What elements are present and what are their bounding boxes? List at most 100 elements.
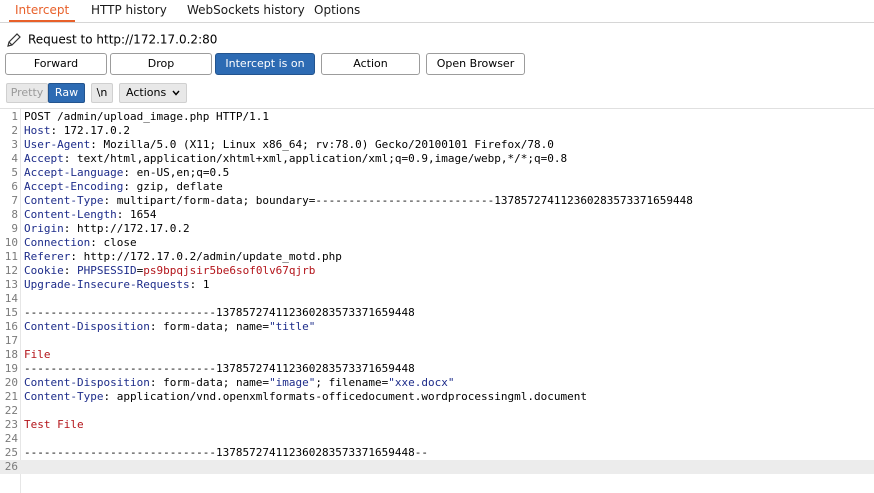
plain-text: -----------------------------13785727411…: [24, 306, 415, 319]
header-separator: :: [123, 166, 137, 179]
body-content: Test File: [24, 418, 84, 431]
line-content: Accept-Language: en-US,en;q=0.5: [24, 166, 229, 180]
newline-toggle[interactable]: \n: [91, 83, 113, 103]
tab-websockets-history[interactable]: WebSockets history: [187, 0, 305, 21]
header-name: Referer: [24, 250, 71, 263]
code-line: 12 Cookie: PHPSESSID=ps9bpqjsir5be6sof0lv…: [0, 264, 874, 278]
header-separator: :: [90, 236, 104, 249]
line-number: 13: [4, 278, 18, 291]
actions-dropdown[interactable]: Actions: [119, 83, 187, 103]
line-number: 10: [4, 236, 18, 249]
line-number: 9: [11, 222, 18, 235]
line-number: 6: [11, 180, 18, 193]
header-value: close: [103, 236, 137, 249]
code-line: 17: [0, 334, 874, 348]
header-value: application/vnd.openxmlformats-officedoc…: [116, 390, 587, 403]
line-number: 7: [11, 194, 18, 207]
line-number: 14: [4, 292, 18, 305]
line-content: -----------------------------13785727411…: [24, 362, 415, 376]
plain-text: -----------------------------13785727411…: [24, 446, 428, 459]
plain-text: POST /admin/upload_image.php HTTP/1.1: [24, 110, 270, 123]
header-name: Upgrade-Insecure-Requests: [24, 278, 190, 291]
header-separator: :: [116, 208, 130, 221]
header-name: Accept-Encoding: [24, 180, 124, 193]
line-number: 24: [4, 432, 18, 445]
line-number: 8: [11, 208, 18, 221]
line-number: 17: [4, 334, 18, 347]
line-content: File: [24, 348, 51, 362]
header-separator: :: [149, 376, 164, 389]
code-line: 11 Referer: http://172.17.0.2/admin/updat…: [0, 250, 874, 264]
code-line: 4 Accept: text/html,application/xhtml+xml…: [0, 152, 874, 166]
header-name: Connection: [24, 236, 91, 249]
line-number: 16: [4, 320, 18, 333]
line-number: 5: [11, 166, 18, 179]
line-content: Content-Length: 1654: [24, 208, 156, 222]
line-content: Content-Type: multipart/form-data; bound…: [24, 194, 693, 208]
request-target: Request to http://172.17.0.2:80: [6, 30, 217, 48]
header-separator: :: [70, 250, 84, 263]
header-value: gzip, deflate: [136, 180, 223, 193]
header-name: Content-Type: [24, 194, 104, 207]
tab-http-history[interactable]: HTTP history: [91, 0, 167, 21]
header-separator: :: [63, 222, 77, 235]
raw-toggle[interactable]: Raw: [48, 83, 85, 103]
quoted-value: "title": [269, 320, 316, 333]
forward-button[interactable]: Forward: [5, 53, 107, 75]
code-line: 26: [0, 460, 874, 474]
code-line: 14: [0, 292, 874, 306]
line-content: Content-Disposition: form-data; name="im…: [24, 376, 455, 390]
header-value: form-data; name=: [163, 376, 270, 389]
header-value: en-US,en;q=0.5: [136, 166, 230, 179]
pretty-toggle[interactable]: Pretty: [6, 83, 48, 103]
line-content: Host: 172.17.0.2: [24, 124, 130, 138]
tab-options[interactable]: Options: [314, 0, 360, 21]
line-number: 12: [4, 264, 18, 277]
header-value: ; filename=: [315, 376, 389, 389]
code-line: 13 Upgrade-Insecure-Requests: 1: [0, 278, 874, 292]
code-line: 10 Connection: close: [0, 236, 874, 250]
line-number: 19: [4, 362, 18, 375]
line-number: 23: [4, 418, 18, 431]
line-number: 2: [11, 124, 18, 137]
code-line: 18 File: [0, 348, 874, 362]
header-separator: :: [149, 320, 164, 333]
line-number: 11: [4, 250, 18, 263]
line-content: Test File: [24, 418, 84, 432]
pencil-icon[interactable]: [6, 32, 22, 48]
header-value: multipart/form-data; boundary=----------…: [116, 194, 693, 207]
code-line: 21 Content-Type: application/vnd.openxmlf…: [0, 390, 874, 404]
open-browser-button[interactable]: Open Browser: [426, 53, 525, 75]
line-content: Content-Type: application/vnd.openxmlfor…: [24, 390, 587, 404]
tab-intercept[interactable]: Intercept: [8, 0, 76, 22]
cookie-value: ps9bpqjsir5be6sof0lv67qjrb: [143, 264, 316, 277]
header-name: Content-Disposition: [24, 376, 150, 389]
action-button[interactable]: Action: [321, 53, 420, 75]
line-content: Accept: text/html,application/xhtml+xml,…: [24, 152, 567, 166]
quoted-value: "xxe.docx": [388, 376, 455, 389]
line-content: Origin: http://172.17.0.2: [24, 222, 190, 236]
plain-text: -----------------------------13785727411…: [24, 362, 415, 375]
line-content: Referer: http://172.17.0.2/admin/update_…: [24, 250, 342, 264]
intercept-toggle-button[interactable]: Intercept is on: [215, 53, 315, 75]
code-line: 23 Test File: [0, 418, 874, 432]
line-number: 3: [11, 138, 18, 151]
header-name: Cookie: [24, 264, 64, 277]
line-number: 18: [4, 348, 18, 361]
header-value: text/html,application/xhtml+xml,applicat…: [77, 152, 568, 165]
line-content: -----------------------------13785727411…: [24, 446, 428, 460]
line-content: Content-Disposition: form-data; name="ti…: [24, 320, 315, 334]
raw-message-editor[interactable]: 1 POST /admin/upload_image.php HTTP/1.1 2 H…: [0, 108, 874, 493]
code-line: 20 Content-Disposition: form-data; name="…: [0, 376, 874, 390]
header-separator: :: [103, 194, 117, 207]
header-value: 172.17.0.2: [63, 124, 130, 137]
line-number: 20: [4, 376, 18, 389]
line-number: 25: [4, 446, 18, 459]
code-line: 7 Content-Type: multipart/form-data; boun…: [0, 194, 874, 208]
drop-button[interactable]: Drop: [110, 53, 212, 75]
code-line: 3 User-Agent: Mozilla/5.0 (X11; Linux x86…: [0, 138, 874, 152]
cookie-name: PHPSESSID: [77, 264, 137, 277]
line-content: Upgrade-Insecure-Requests: 1: [24, 278, 209, 292]
line-number: 4: [11, 152, 18, 165]
code-line: 16 Content-Disposition: form-data; name="…: [0, 320, 874, 334]
